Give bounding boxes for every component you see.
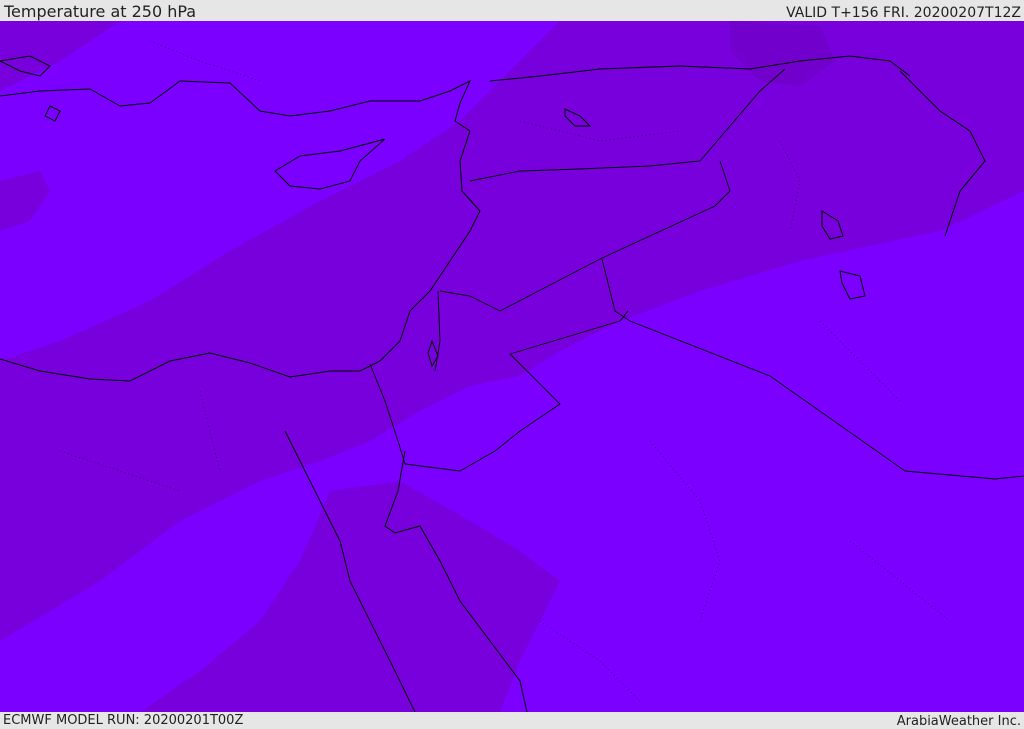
map-canvas [0, 21, 1024, 712]
header-bar: Temperature at 250 hPa VALID T+156 FRI. … [0, 0, 1024, 21]
model-run-label: ECMWF MODEL RUN: 20200201T00Z [3, 713, 244, 728]
map-title: Temperature at 250 hPa [4, 2, 197, 21]
weather-map[interactable] [0, 21, 1024, 712]
credit-label: ArabiaWeather Inc. [896, 714, 1021, 729]
valid-time-label: VALID T+156 FRI. 20200207T12Z [786, 5, 1021, 21]
footer-bar: ECMWF MODEL RUN: 20200201T00Z ArabiaWeat… [0, 712, 1024, 729]
